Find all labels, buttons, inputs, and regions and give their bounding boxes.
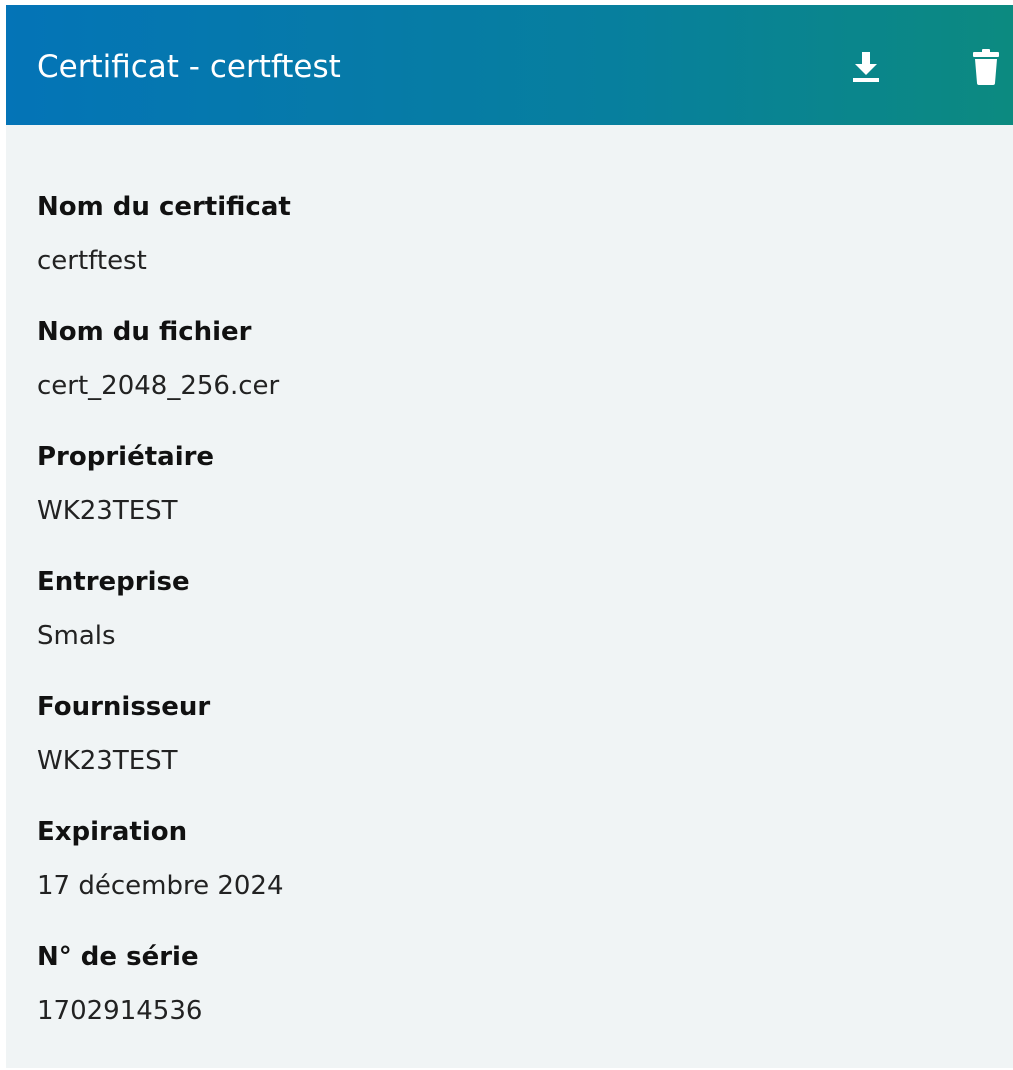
download-button[interactable] [844, 45, 888, 89]
field-value: 1702914536 [37, 996, 203, 1026]
field-label: Nom du fichier [37, 317, 252, 347]
field-label: N° de série [37, 942, 199, 972]
certificate-details: Nom du certificat certftest Nom du fichi… [37, 190, 977, 1065]
certificate-panel: Certificat - certftest Nom du certificat… [6, 5, 1013, 1068]
field-supplier: Fournisseur WK23TEST [37, 690, 977, 815]
field-value: cert_2048_256.cer [37, 371, 280, 401]
field-company: Entreprise Smals [37, 565, 977, 690]
field-expiration: Expiration 17 décembre 2024 [37, 815, 977, 940]
field-file-name: Nom du fichier cert_2048_256.cer [37, 315, 977, 440]
panel-header: Certificat - certftest [6, 5, 1013, 125]
field-owner: Propriétaire WK23TEST [37, 440, 977, 565]
panel-title: Certificat - certftest [37, 49, 341, 85]
field-value: certftest [37, 246, 147, 276]
field-value: WK23TEST [37, 746, 178, 776]
field-label: Propriétaire [37, 442, 215, 472]
trash-icon [973, 49, 999, 85]
field-serial-number: N° de série 1702914536 [37, 940, 977, 1065]
field-label: Expiration [37, 817, 188, 847]
field-certificate-name: Nom du certificat certftest [37, 190, 977, 315]
field-label: Entreprise [37, 567, 190, 597]
field-value: 17 décembre 2024 [37, 871, 284, 901]
field-value: WK23TEST [37, 496, 178, 526]
field-value: Smals [37, 621, 116, 651]
field-label: Nom du certificat [37, 192, 291, 222]
field-label: Fournisseur [37, 692, 211, 722]
download-icon [853, 52, 879, 82]
delete-button[interactable] [964, 45, 1008, 89]
